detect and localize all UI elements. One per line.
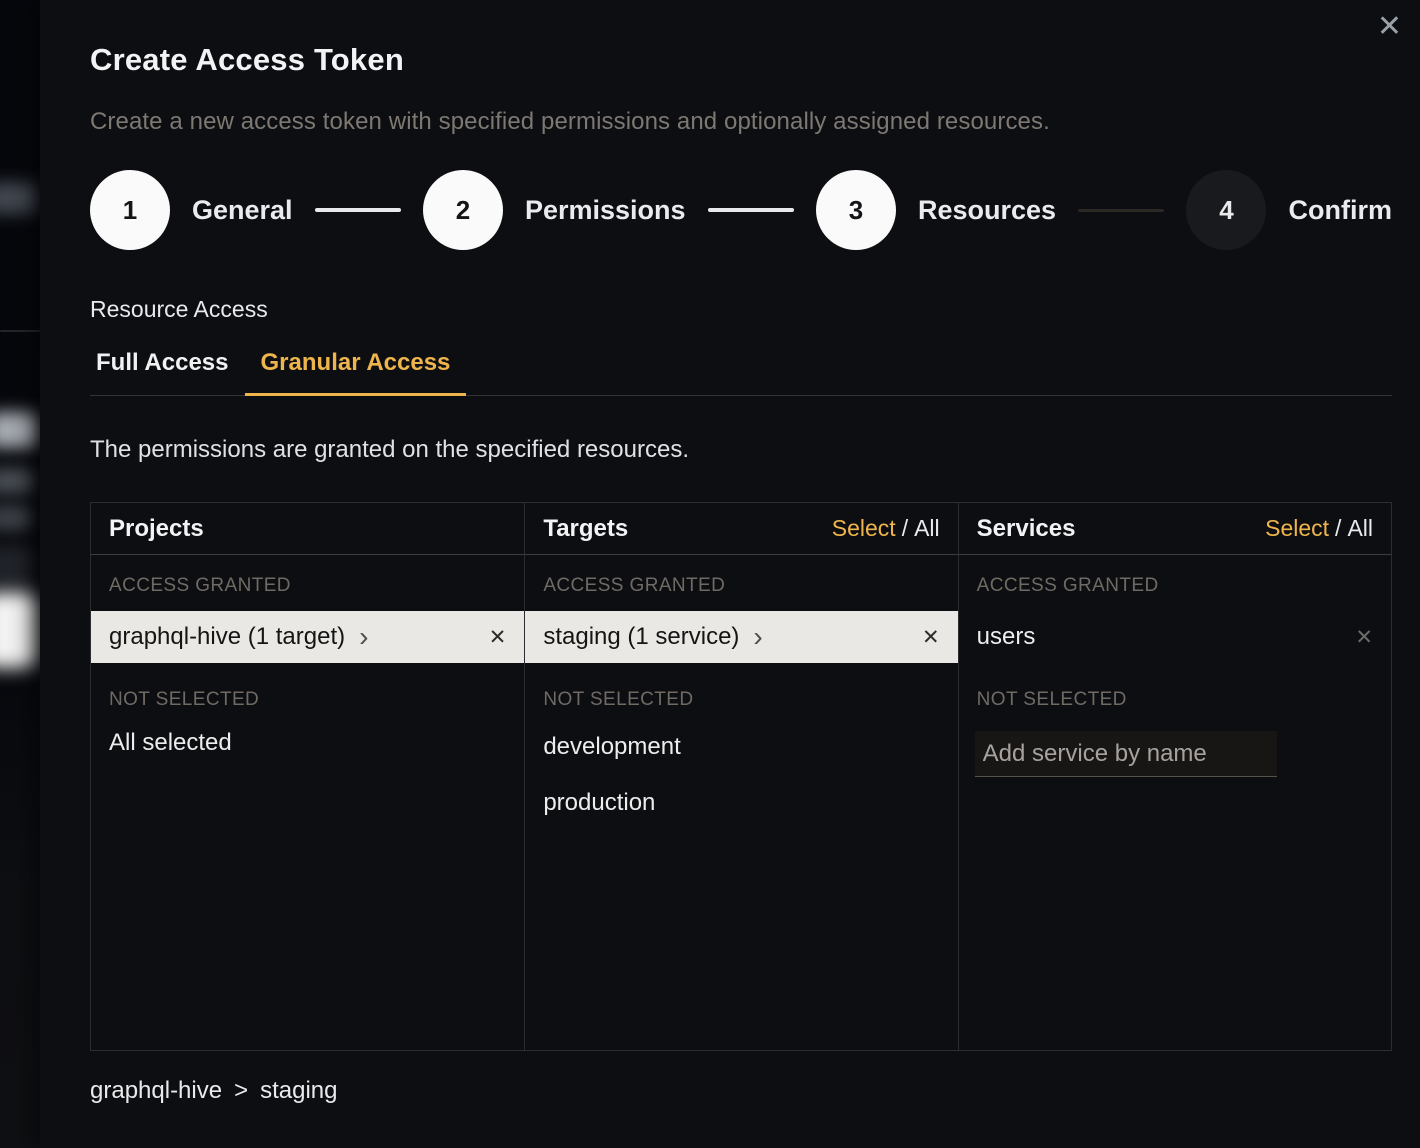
targets-column-header: Targets Select/All bbox=[525, 503, 957, 555]
targets-select-all: Select/All bbox=[832, 515, 940, 542]
screen: ✕ Create Access Token Create a new acces… bbox=[0, 0, 1420, 1148]
select-all-separator: / bbox=[1335, 515, 1341, 541]
targets-column: Targets Select/All ACCESS GRANTED stagin… bbox=[524, 503, 957, 1050]
chevron-right-icon: › bbox=[359, 623, 368, 651]
resource-selection-table: Projects ACCESS GRANTED graphql-hive (1 … bbox=[90, 502, 1392, 1051]
projects-access-granted-label: ACCESS GRANTED bbox=[91, 555, 524, 605]
projects-header-label: Projects bbox=[109, 515, 204, 543]
targets-header-label: Targets bbox=[543, 515, 628, 543]
target-option-development[interactable]: development bbox=[525, 719, 957, 775]
breadcrumb: graphql-hive > staging bbox=[90, 1077, 1392, 1105]
resource-access-tabs: Full Access Granular Access bbox=[90, 349, 1392, 396]
step-2-circle: 2 bbox=[423, 170, 503, 250]
granted-project-label: graphql-hive (1 target) bbox=[109, 623, 345, 651]
step-connector-upcoming bbox=[1078, 209, 1164, 212]
chevron-right-icon: › bbox=[753, 623, 762, 651]
breadcrumb-separator: > bbox=[234, 1077, 248, 1105]
step-general[interactable]: 1 General bbox=[90, 170, 293, 250]
step-resources[interactable]: 3 Resources bbox=[816, 170, 1056, 250]
services-column-header: Services Select/All bbox=[959, 503, 1391, 555]
services-select-all: Select/All bbox=[1265, 515, 1373, 542]
tab-granular-access[interactable]: Granular Access bbox=[245, 349, 467, 396]
granted-project-row[interactable]: graphql-hive (1 target) › ✕ bbox=[91, 611, 524, 663]
select-all-separator: / bbox=[902, 515, 908, 541]
add-service-input[interactable] bbox=[975, 731, 1277, 777]
background-blur-button-white bbox=[0, 592, 38, 668]
granular-access-description: The permissions are granted on the speci… bbox=[90, 436, 1392, 464]
projects-column: Projects ACCESS GRANTED graphql-hive (1 … bbox=[91, 503, 524, 1050]
granted-target-row[interactable]: staging (1 service) › ✕ bbox=[525, 611, 957, 663]
background-blur-text bbox=[0, 412, 38, 448]
create-access-token-modal: ✕ Create Access Token Create a new acces… bbox=[40, 0, 1420, 1148]
step-connector bbox=[708, 208, 794, 212]
projects-all-selected-note: All selected bbox=[91, 719, 524, 767]
granted-service-row: users ✕ bbox=[959, 611, 1391, 663]
targets-select-link[interactable]: Select bbox=[832, 515, 896, 541]
step-3-circle: 3 bbox=[816, 170, 896, 250]
step-3-label: Resources bbox=[918, 195, 1056, 226]
step-permissions[interactable]: 2 Permissions bbox=[423, 170, 686, 250]
resource-access-heading: Resource Access bbox=[90, 296, 1392, 323]
targets-all-link[interactable]: All bbox=[914, 515, 940, 541]
target-option-production[interactable]: production bbox=[525, 775, 957, 831]
step-4-circle: 4 bbox=[1186, 170, 1266, 250]
background-page bbox=[0, 0, 40, 1148]
background-blur-button bbox=[0, 545, 34, 587]
granted-target-label: staging (1 service) bbox=[543, 623, 739, 651]
breadcrumb-target: staging bbox=[260, 1077, 337, 1105]
close-icon[interactable]: ✕ bbox=[1377, 12, 1402, 42]
remove-service-icon[interactable]: ✕ bbox=[1355, 625, 1373, 650]
targets-access-granted-label: ACCESS GRANTED bbox=[525, 555, 957, 605]
projects-not-selected-label: NOT SELECTED bbox=[91, 663, 524, 719]
step-1-circle: 1 bbox=[90, 170, 170, 250]
step-1-label: General bbox=[192, 195, 293, 226]
step-2-label: Permissions bbox=[525, 195, 686, 226]
stepper: 1 General 2 Permissions 3 Resources 4 Co… bbox=[90, 170, 1392, 250]
modal-subtitle: Create a new access token with specified… bbox=[90, 108, 1392, 136]
granted-service-label: users bbox=[977, 623, 1036, 651]
services-select-link[interactable]: Select bbox=[1265, 515, 1329, 541]
background-divider bbox=[0, 330, 40, 332]
background-blur-text bbox=[0, 468, 34, 494]
services-column: Services Select/All ACCESS GRANTED users… bbox=[958, 503, 1391, 1050]
services-all-link[interactable]: All bbox=[1347, 515, 1373, 541]
tab-full-access[interactable]: Full Access bbox=[80, 349, 245, 396]
services-header-label: Services bbox=[977, 515, 1076, 543]
services-access-granted-label: ACCESS GRANTED bbox=[959, 555, 1391, 605]
background-blur-text bbox=[0, 505, 32, 531]
targets-not-selected-label: NOT SELECTED bbox=[525, 663, 957, 719]
step-connector bbox=[315, 208, 401, 212]
step-confirm[interactable]: 4 Confirm bbox=[1186, 170, 1392, 250]
background-blur-bar bbox=[0, 182, 38, 214]
modal-title: Create Access Token bbox=[90, 42, 1392, 78]
breadcrumb-project: graphql-hive bbox=[90, 1077, 222, 1105]
services-not-selected-label: NOT SELECTED bbox=[959, 663, 1391, 719]
remove-project-icon[interactable]: ✕ bbox=[489, 625, 507, 650]
remove-target-icon[interactable]: ✕ bbox=[922, 625, 940, 650]
step-4-label: Confirm bbox=[1288, 195, 1392, 226]
projects-column-header: Projects bbox=[91, 503, 524, 555]
